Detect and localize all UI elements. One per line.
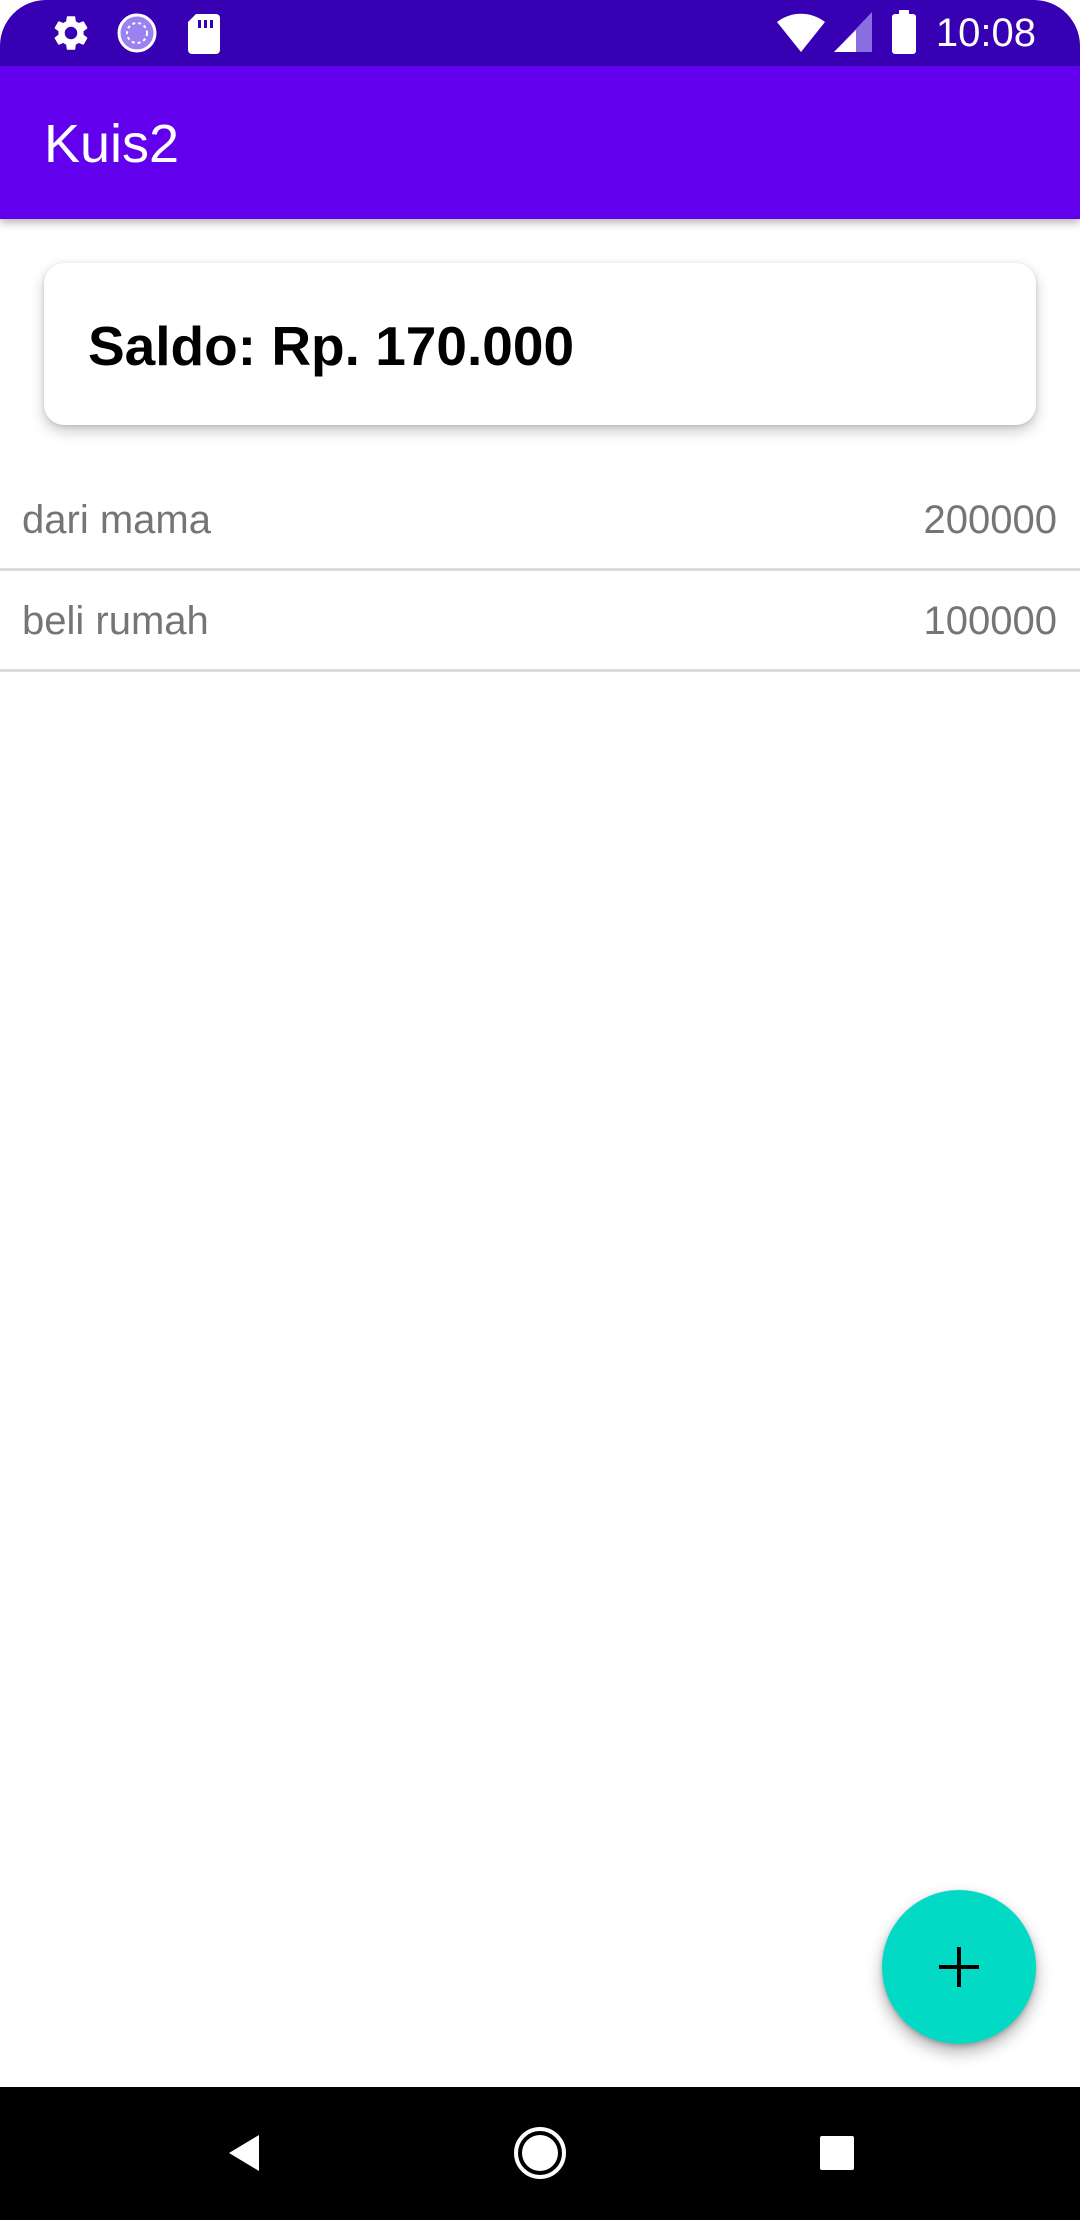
sd-card-icon xyxy=(188,14,220,54)
list-item[interactable]: beli rumah 100000 xyxy=(0,571,1080,672)
app-screen: 10:08 Kuis2 Saldo: Rp. 170.000 dari mama… xyxy=(0,0,1080,2220)
balance-card: Saldo: Rp. 170.000 xyxy=(44,263,1036,425)
cell-signal-icon xyxy=(834,12,872,52)
settings-icon xyxy=(54,16,88,50)
recents-icon[interactable] xyxy=(801,2117,873,2189)
status-time: 10:08 xyxy=(935,11,1036,55)
home-icon[interactable] xyxy=(504,2117,576,2189)
transaction-list: dari mama 200000 beli rumah 100000 xyxy=(0,470,1080,672)
transaction-amount: 200000 xyxy=(923,498,1057,542)
sync-icon xyxy=(117,13,157,53)
back-icon[interactable] xyxy=(207,2117,279,2189)
wifi-icon xyxy=(777,13,825,52)
add-transaction-button[interactable] xyxy=(882,1890,1036,2044)
balance-text: Saldo: Rp. 170.000 xyxy=(88,315,575,377)
transaction-amount: 100000 xyxy=(923,599,1057,643)
battery-icon xyxy=(892,10,916,54)
plus-icon xyxy=(939,1947,979,1987)
app-title: Kuis2 xyxy=(44,114,180,174)
navigation-bar xyxy=(0,2087,1080,2220)
transaction-description: beli rumah xyxy=(22,599,209,643)
transaction-description: dari mama xyxy=(22,498,211,542)
list-item[interactable]: dari mama 200000 xyxy=(0,470,1080,571)
app-bar: Kuis2 xyxy=(0,66,1080,219)
status-bar: 10:08 xyxy=(0,0,1080,66)
